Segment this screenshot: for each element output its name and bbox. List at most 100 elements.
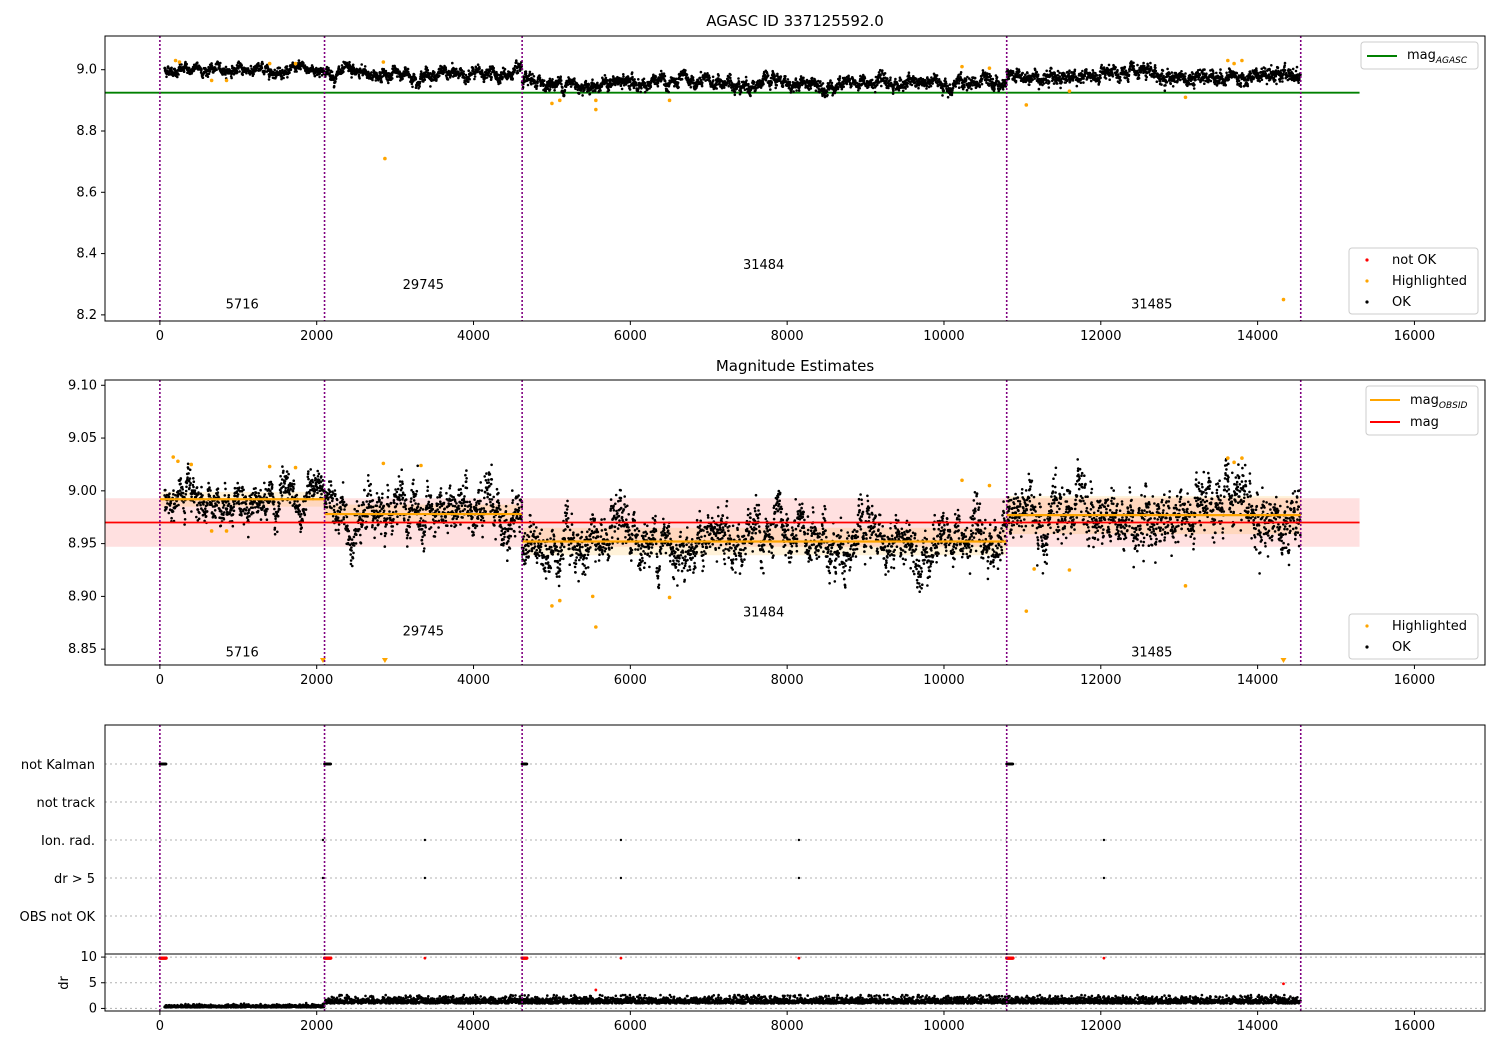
highlighted-point (381, 60, 386, 64)
ok-point (1191, 72, 1195, 76)
ok-point (442, 71, 446, 74)
ok-point (581, 94, 584, 97)
ok-point (299, 67, 302, 71)
ok-point (1114, 66, 1117, 69)
ok-point (795, 89, 798, 92)
ok-point (207, 72, 211, 76)
ok-point (604, 76, 608, 80)
ok-point (387, 81, 390, 85)
ok-point (1203, 68, 1206, 71)
ok-point (1239, 85, 1243, 88)
ok-point (340, 64, 344, 67)
ok-point (584, 79, 588, 83)
ok-point (924, 79, 927, 83)
highlighted-point (177, 60, 182, 64)
ok-point (182, 70, 186, 73)
ok-point (1111, 75, 1115, 78)
ok-point (200, 68, 203, 71)
ok-point (478, 67, 481, 70)
ok-point (752, 80, 756, 84)
ok-point (170, 66, 173, 70)
ok-point (1127, 80, 1130, 83)
ok-point (468, 78, 472, 81)
ok-point (957, 86, 961, 89)
ok-point (289, 68, 293, 72)
ok-point (1198, 73, 1202, 77)
ok-point (418, 85, 421, 88)
ok-point (1085, 68, 1088, 71)
ok-point (684, 69, 687, 72)
ok-point (1270, 64, 1273, 67)
ok-point (639, 90, 642, 94)
ok-point (826, 93, 829, 97)
ok-point (948, 83, 952, 86)
ok-point (954, 85, 957, 88)
ok-point (528, 70, 532, 74)
ok-point (773, 74, 777, 78)
ok-point (358, 77, 361, 80)
ok-point (1278, 80, 1282, 83)
ok-point (513, 68, 517, 72)
ok-point (1108, 78, 1111, 81)
ok-point (1144, 78, 1148, 81)
legend-label-ok: OK (1392, 295, 1411, 310)
ok-point (1154, 66, 1157, 70)
highlighted-point (960, 64, 964, 69)
ok-point (503, 67, 507, 71)
ok-point (1095, 74, 1099, 77)
ok-point (717, 74, 720, 77)
ok-point (980, 82, 984, 86)
ok-point (1160, 72, 1164, 75)
ok-point (937, 78, 941, 81)
ok-point (1169, 82, 1172, 86)
ok-point (482, 80, 486, 84)
ok-point (1153, 64, 1157, 67)
x-tick-label: 0 (156, 329, 164, 344)
ok-point (1091, 69, 1095, 72)
ok-point (1209, 79, 1213, 83)
ok-point (599, 89, 602, 92)
ok-point (1058, 75, 1062, 78)
ok-point (894, 77, 897, 81)
ok-point (733, 90, 737, 94)
ok-point (1021, 71, 1024, 75)
ok-point (863, 77, 867, 80)
ok-point (433, 71, 436, 74)
ok-point (210, 64, 214, 67)
ok-point (1116, 68, 1119, 72)
ok-point (1099, 76, 1102, 80)
ok-point (1192, 87, 1196, 90)
ok-point (628, 88, 632, 91)
ok-point (401, 77, 404, 81)
ok-point (1183, 75, 1187, 78)
legend-marker-ok (1365, 300, 1369, 304)
ok-point (1165, 80, 1169, 84)
ok-point (473, 75, 477, 78)
ok-point (181, 488, 184, 491)
ok-point (620, 87, 624, 91)
ok-point (629, 80, 632, 83)
ok-point (723, 80, 727, 83)
ok-point (577, 92, 581, 95)
ok-point (1100, 63, 1103, 67)
ok-point (1149, 61, 1152, 65)
ok-point (762, 82, 765, 86)
ok-point (794, 77, 798, 80)
highlighted-point (224, 78, 229, 83)
ok-point (1291, 67, 1295, 71)
ok-point (858, 86, 861, 90)
ok-point (1073, 72, 1076, 76)
ok-point (1260, 78, 1264, 81)
ok-point (538, 76, 542, 80)
ok-point (993, 87, 996, 91)
ok-point (656, 84, 660, 88)
ok-point (1249, 72, 1253, 75)
x-tick-label: 12000 (1080, 329, 1121, 344)
ok-point (1036, 73, 1040, 76)
ok-point (931, 82, 934, 85)
ok-point (177, 503, 180, 507)
ok-point (1073, 68, 1077, 72)
ok-point (367, 70, 370, 74)
ok-point (622, 75, 625, 78)
ok-point (551, 78, 554, 81)
